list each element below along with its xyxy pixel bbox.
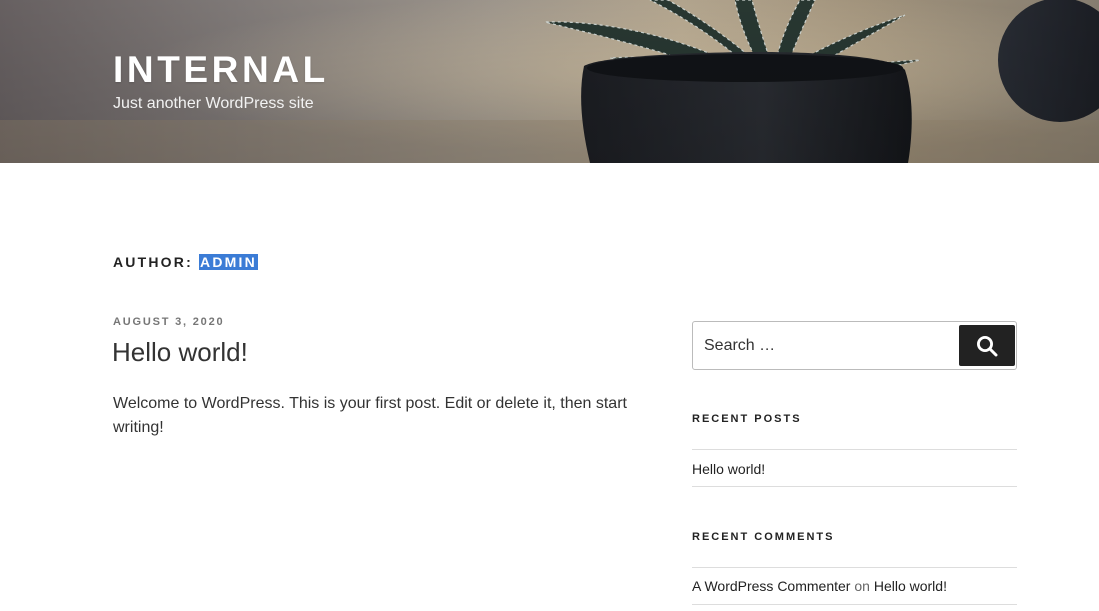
recent-comments-title: RECENT COMMENTS — [692, 531, 835, 543]
post-excerpt: Welcome to WordPress. This is your first… — [113, 395, 627, 436]
site-tagline: Just another WordPress site — [113, 95, 314, 112]
widget-divider — [692, 486, 1017, 487]
post-title[interactable]: Hello world! — [112, 335, 248, 369]
archive-prefix: AUTHOR: — [113, 254, 193, 270]
search-input[interactable] — [693, 322, 953, 369]
recent-comment-item: A WordPress Commenter on Hello world! — [692, 576, 947, 596]
site-header: INTERNAL Just another WordPress site — [0, 0, 1099, 163]
post-date[interactable]: AUGUST 3, 2020 — [113, 314, 224, 330]
comment-post-link[interactable]: Hello world! — [874, 578, 947, 594]
search-icon — [977, 335, 998, 356]
archive-title: AUTHOR: ADMIN — [113, 252, 258, 272]
widget-divider — [692, 567, 1017, 568]
widget-divider — [692, 604, 1017, 605]
comment-separator: on — [854, 578, 870, 594]
widget-divider — [692, 449, 1017, 450]
archive-author: ADMIN — [199, 254, 258, 270]
recent-post-link[interactable]: Hello world! — [692, 459, 765, 479]
search-button[interactable] — [959, 325, 1015, 366]
recent-posts-title: RECENT POSTS — [692, 413, 802, 425]
search-form — [692, 321, 1017, 370]
site-title[interactable]: INTERNAL — [113, 48, 329, 92]
comment-author-link[interactable]: A WordPress Commenter — [692, 578, 850, 594]
